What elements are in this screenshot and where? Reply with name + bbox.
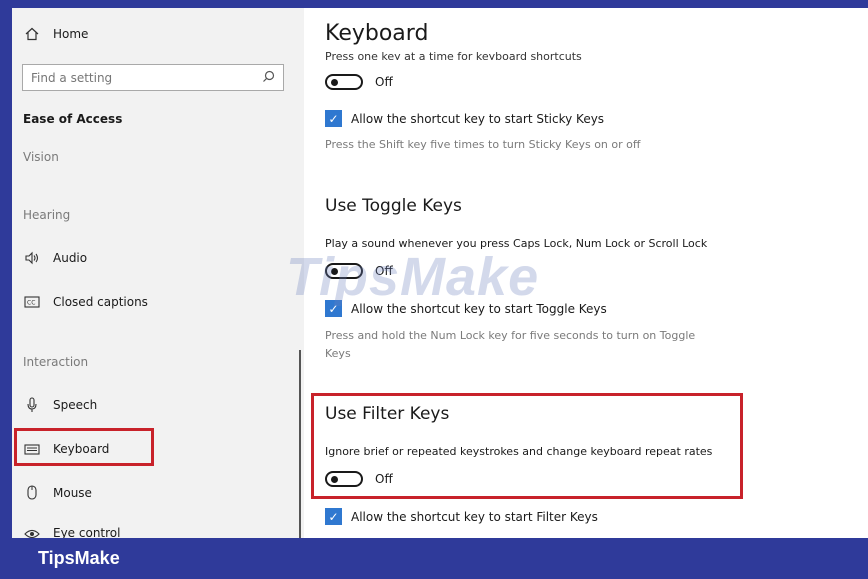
sidebar-item-speech[interactable]: Speech: [23, 397, 97, 413]
search-input[interactable]: Find a setting: [22, 64, 284, 91]
note-line: Press and hold the Num Lock key for five…: [325, 329, 696, 342]
keyboard-highlight-box: [14, 428, 154, 466]
section-hearing: Hearing: [23, 208, 71, 222]
sidebar-item-label: Closed captions: [53, 295, 148, 309]
checkbox-label: Allow the shortcut key to start Sticky K…: [351, 111, 605, 126]
sidebar-item-label: Audio: [53, 251, 88, 265]
sidebar-item-audio[interactable]: Audio: [23, 250, 87, 266]
svg-text:CC: CC: [27, 300, 35, 307]
speaker-icon: [23, 250, 41, 266]
section-vision: Vision: [23, 150, 59, 164]
page-title: Keyboard: [325, 21, 429, 46]
sidebar-item-mouse[interactable]: Mouse: [23, 485, 92, 501]
toggle-keys-shortcut-checkbox[interactable]: ✓ Allow the shortcut key to start Toggle…: [325, 300, 607, 317]
search-icon: [262, 70, 275, 86]
toggle-keys-heading: Use Toggle Keys: [325, 196, 462, 216]
sidebar-item-eye-control[interactable]: Eye control: [23, 526, 120, 538]
brand-logo-text: TipsMake: [38, 548, 120, 568]
sidebar-item-label: Speech: [53, 398, 98, 412]
toggle-keys-note: Press and hold the Num Lock key for five…: [325, 327, 695, 363]
toggle-track: [325, 74, 363, 90]
note-line: Keys: [325, 347, 351, 360]
toggle-keys-toggle[interactable]: Off: [325, 263, 393, 279]
toggle-keys-description: Play a sound whenever you press Caps Loc…: [325, 237, 708, 250]
sticky-keys-note: Press the Shift key five times to turn S…: [325, 138, 641, 151]
checkmark-icon: ✓: [325, 110, 342, 127]
filter-keys-highlight-box: [311, 393, 743, 499]
category-title: Ease of Access: [23, 112, 122, 126]
sticky-keys-description: Press one key at a time for keyboard sho…: [325, 50, 582, 60]
mouse-icon: [23, 485, 41, 501]
sidebar-item-label: Mouse: [53, 486, 92, 500]
eye-icon: [23, 526, 41, 538]
search-placeholder: Find a setting: [31, 70, 113, 85]
sidebar-item-closed-captions[interactable]: CC Closed captions: [23, 294, 148, 310]
toggle-state: Off: [375, 75, 393, 89]
sticky-keys-toggle[interactable]: Off: [325, 74, 393, 90]
sidebar-item-label: Eye control: [53, 526, 121, 538]
sticky-keys-shortcut-checkbox[interactable]: ✓ Allow the shortcut key to start Sticky…: [325, 110, 604, 127]
checkmark-icon: ✓: [325, 300, 342, 317]
checkbox-label: Allow the shortcut key to start Filter K…: [351, 509, 598, 524]
category-title-text: Ease of Access: [23, 112, 123, 126]
home-icon: [23, 26, 41, 42]
toggle-track: [325, 263, 363, 279]
toggle-state: Off: [375, 264, 393, 278]
filter-keys-shortcut-checkbox[interactable]: ✓ Allow the shortcut key to start Filter…: [325, 508, 598, 525]
section-interaction: Interaction: [23, 355, 89, 369]
sidebar-item-label: Home: [53, 27, 89, 41]
scrollbar[interactable]: [299, 350, 301, 538]
checkmark-icon: ✓: [325, 508, 342, 525]
microphone-icon: [23, 397, 41, 413]
captions-icon: CC: [23, 294, 41, 310]
brand-bar: TipsMake: [0, 538, 868, 579]
sidebar-item-home[interactable]: Home: [23, 26, 88, 42]
checkbox-label: Allow the shortcut key to start Toggle K…: [351, 301, 607, 316]
